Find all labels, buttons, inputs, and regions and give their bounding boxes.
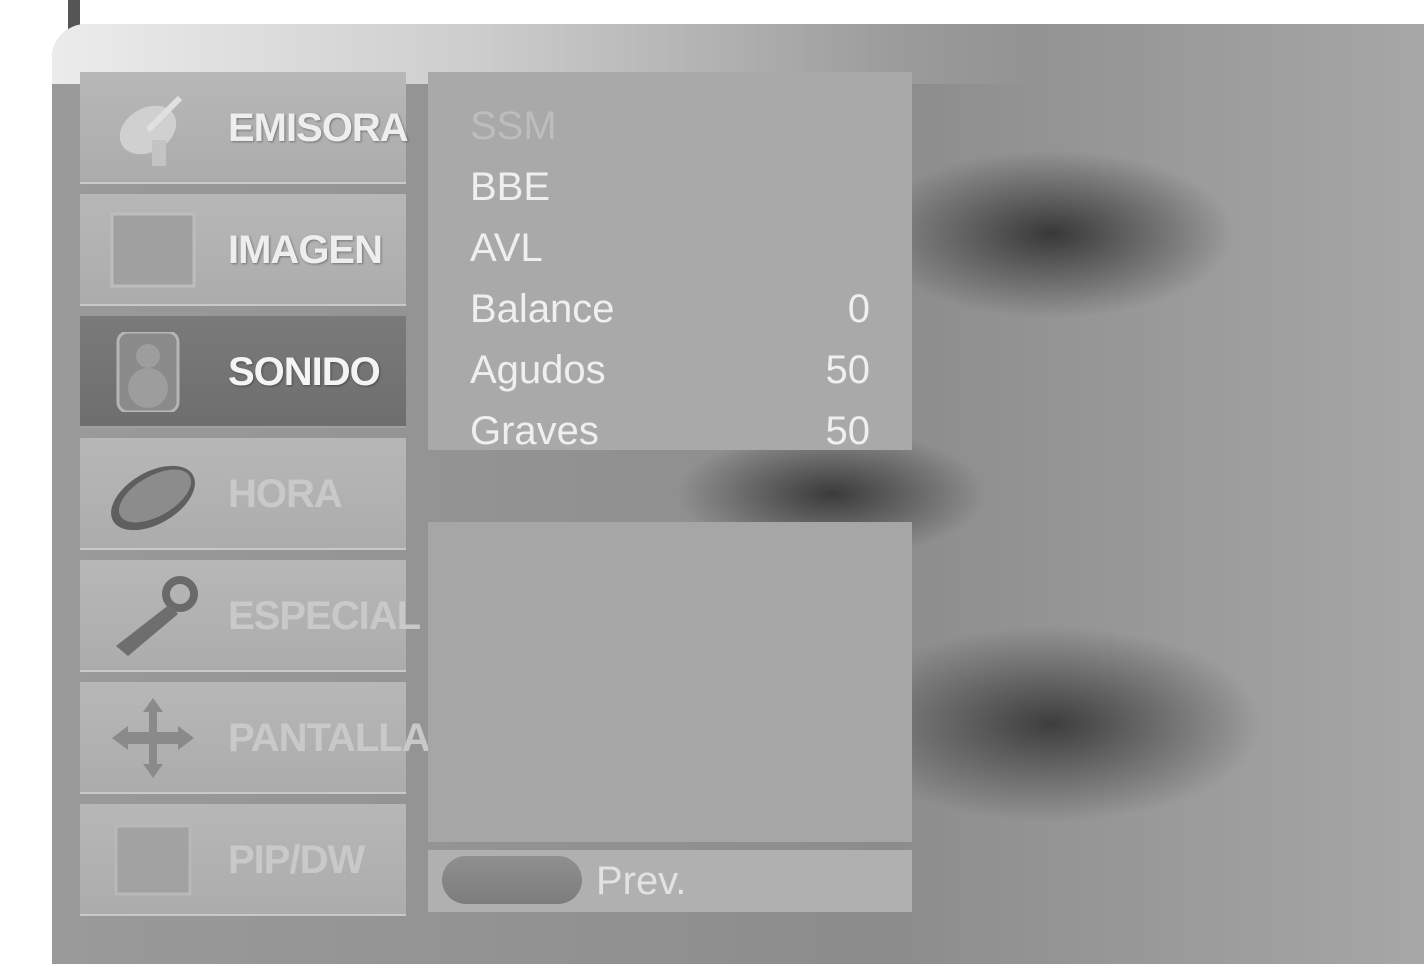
move-arrows-icon bbox=[112, 698, 194, 778]
submenu-item-ssm[interactable]: SSM bbox=[470, 96, 870, 156]
submenu-item-value: 0 bbox=[847, 287, 870, 331]
submenu-item-label: Balance bbox=[470, 287, 615, 331]
prev-label: Prev. bbox=[596, 859, 687, 903]
submenu-item-label: AVL bbox=[470, 226, 543, 270]
submenu-item-label: Graves bbox=[470, 409, 599, 450]
sidebar-item-imagen[interactable]: IMAGEN bbox=[80, 194, 406, 306]
submenu-item-avl[interactable]: AVL bbox=[470, 218, 870, 278]
sidebar-item-emisora[interactable]: EMISORA bbox=[80, 72, 409, 184]
key-icon bbox=[116, 576, 198, 656]
sidebar-item-pantalla[interactable]: PANTALLA bbox=[80, 682, 431, 794]
menu-sidebar: EMISORA IMAGEN SONIDO HORA ESPECIAL PANT… bbox=[80, 72, 431, 916]
sidebar-item-pip-dw[interactable]: PIP/DW bbox=[80, 804, 406, 916]
sidebar-item-label: ESPECIAL bbox=[228, 594, 421, 638]
sidebar-item-label: SONIDO bbox=[228, 350, 381, 394]
submenu-item-value: 50 bbox=[825, 348, 871, 392]
submenu-item-agudos[interactable]: Agudos 50 bbox=[470, 340, 870, 400]
submenu-item-label: BBE bbox=[470, 165, 551, 209]
sidebar-item-label: IMAGEN bbox=[228, 228, 383, 272]
satellite-dish-icon bbox=[119, 95, 183, 166]
submenu-item-graves[interactable]: Graves 50 bbox=[470, 401, 870, 450]
sidebar-item-label: PIP/DW bbox=[228, 838, 365, 882]
speaker-icon bbox=[116, 332, 180, 412]
prev-button[interactable] bbox=[442, 856, 582, 904]
submenu-item-balance[interactable]: Balance 0 bbox=[470, 279, 870, 339]
sidebar-item-hora[interactable]: HORA bbox=[80, 438, 406, 550]
submenu-item-label: Agudos bbox=[470, 348, 606, 392]
sidebar-item-label: EMISORA bbox=[228, 106, 409, 150]
submenu-item-value: 50 bbox=[825, 409, 871, 450]
clock-icon bbox=[111, 465, 195, 531]
picture-icon bbox=[110, 212, 196, 288]
menu-footer: Prev. bbox=[428, 850, 912, 912]
submenu-item-label: SSM bbox=[470, 104, 557, 148]
submenu-item-bbe[interactable]: BBE bbox=[470, 157, 870, 217]
sidebar-item-label: HORA bbox=[228, 472, 343, 516]
osd-menu-panel: EMISORA IMAGEN SONIDO HORA ESPECIAL PANT… bbox=[52, 24, 1424, 964]
sound-submenu: SSM BBE AVL Balance 0 Agudos 50 Graves 5… bbox=[428, 72, 912, 450]
sidebar-item-especial[interactable]: ESPECIAL bbox=[80, 560, 421, 672]
info-box bbox=[428, 522, 912, 842]
sidebar-item-sonido[interactable]: SONIDO bbox=[80, 316, 406, 428]
sidebar-item-label: PANTALLA bbox=[228, 716, 431, 760]
pip-icon bbox=[114, 824, 192, 896]
